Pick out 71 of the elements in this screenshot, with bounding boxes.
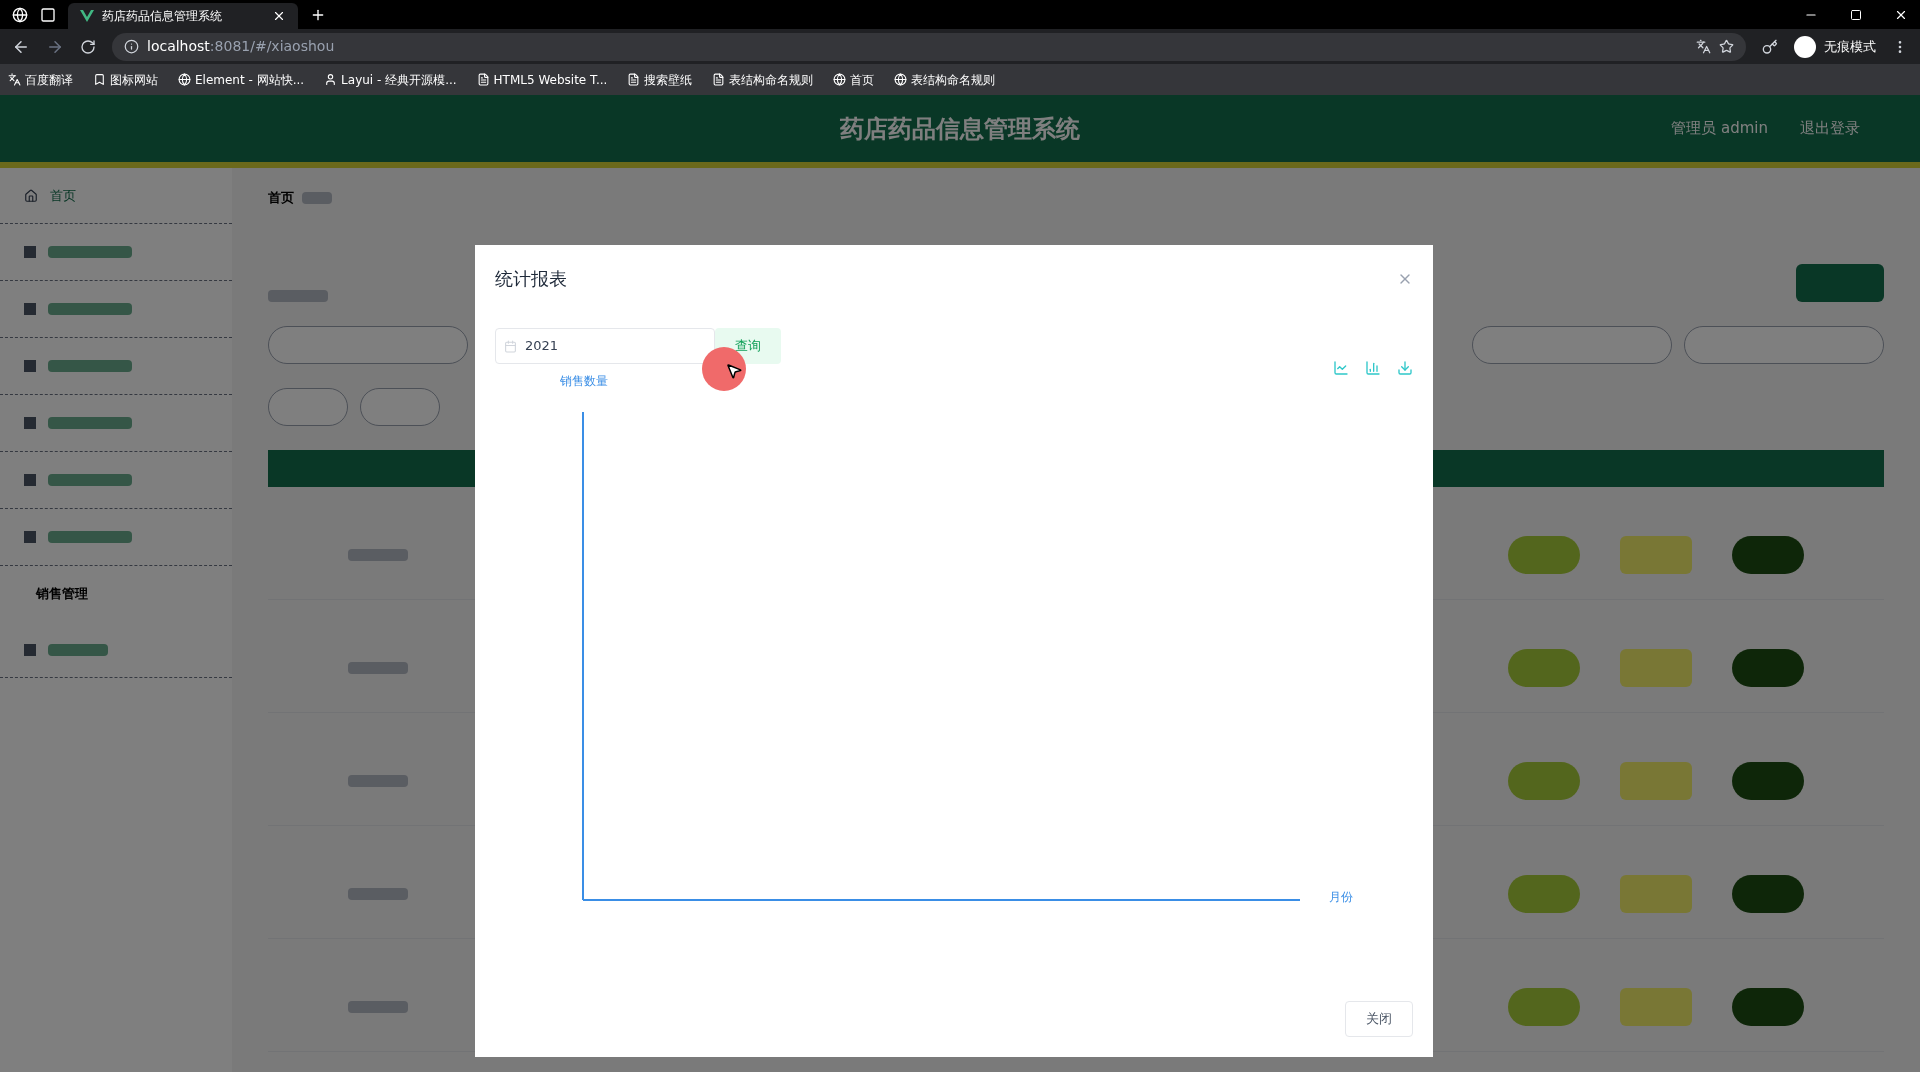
breadcrumb[interactable]: 首页	[268, 188, 294, 208]
download-icon[interactable]	[1397, 360, 1413, 376]
filter-field[interactable]	[1684, 325, 1884, 364]
x-axis-label: 月份	[1329, 889, 1353, 906]
menu-icon-shape	[24, 246, 36, 258]
bookmark-link[interactable]: HTML5 Website T...	[493, 70, 608, 89]
year-field[interactable]: 2021	[495, 328, 715, 364]
blurred-text	[48, 643, 108, 656]
delete-button[interactable]	[360, 387, 440, 426]
bookmark-link[interactable]: 表结构命名规则	[911, 70, 996, 89]
bookmark-icon[interactable]	[627, 73, 641, 86]
filter-field[interactable]	[268, 325, 468, 364]
blurred-text	[302, 191, 332, 204]
filter-field[interactable]	[1472, 325, 1672, 364]
translate-icon[interactable]	[1696, 39, 1711, 54]
bookmark-icon[interactable]	[833, 73, 847, 86]
menu-icon-shape	[24, 360, 36, 372]
incognito-button[interactable]: 无痕模式	[1794, 35, 1876, 58]
menu-icon-shape	[24, 417, 36, 429]
bookmark-icon[interactable]	[93, 73, 106, 86]
bar-chart-icon[interactable]	[1365, 360, 1381, 376]
menu-icon-shape	[24, 643, 36, 656]
bookmark-link[interactable]: Layui - 经典开源模...	[341, 70, 457, 89]
y-axis-label: 销售数量	[560, 373, 609, 390]
bookmark-link[interactable]: 百度翻译	[25, 70, 73, 89]
vue-logo-icon	[80, 10, 94, 22]
sidebar-subitem[interactable]: 销售管理	[0, 566, 232, 622]
close-tab-icon[interactable]	[272, 9, 286, 23]
star-icon[interactable]	[1719, 39, 1734, 54]
browser-icon	[12, 6, 28, 23]
app-title: 药店药品信息管理系统	[840, 113, 1080, 145]
dialog-title: 统计报表	[495, 267, 567, 291]
bookmark-icon[interactable]	[178, 73, 191, 86]
home-icon	[24, 188, 38, 203]
menu-icon-shape	[24, 531, 36, 543]
bookmark-link[interactable]: 搜索壁纸	[644, 70, 693, 89]
menu-icon-shape	[24, 474, 36, 486]
bookmark-icon[interactable]	[8, 73, 21, 86]
blurred-text	[268, 289, 328, 302]
cursor-icon	[725, 362, 743, 380]
blurred-text	[348, 888, 408, 900]
bookmark-icon[interactable]	[324, 73, 338, 86]
blurred-text	[348, 549, 408, 562]
search-button[interactable]	[1796, 263, 1884, 302]
add-button[interactable]	[268, 387, 348, 426]
bookmark-link[interactable]: 首页	[850, 70, 875, 89]
close-button[interactable]: 关闭	[1345, 1001, 1413, 1037]
key-icon[interactable]	[1762, 38, 1778, 55]
bookmark-link[interactable]: Element - 网站快...	[195, 70, 305, 89]
menu-icon-shape	[24, 303, 36, 315]
maximize-icon[interactable]	[1850, 8, 1862, 21]
info-icon[interactable]	[124, 39, 139, 54]
user-label: 管理员 admin	[1671, 118, 1768, 140]
delete-row-button[interactable]	[1732, 875, 1804, 913]
browser-tab[interactable]: 药店药品信息管理系统	[68, 3, 298, 29]
tabs-icon	[40, 6, 56, 23]
bookmark-link[interactable]: 图标网站	[110, 70, 158, 89]
delete-row-button[interactable]	[1732, 536, 1804, 575]
reload-icon[interactable]	[80, 38, 96, 55]
address-field[interactable]: localhost:8081/#/xiaoshou	[112, 32, 1746, 61]
blurred-text	[348, 775, 408, 788]
bookmark-icon[interactable]	[712, 73, 726, 86]
blurred-text	[348, 1001, 408, 1013]
bookmark-link[interactable]: 表结构命名规则	[729, 70, 814, 89]
delete-row-button[interactable]	[1732, 988, 1804, 1026]
delete-row-button[interactable]	[1732, 649, 1804, 688]
bookmark-icon[interactable]	[894, 73, 908, 86]
blurred-text	[348, 662, 408, 675]
bookmark-icon[interactable]	[476, 73, 490, 86]
delete-row-button[interactable]	[1732, 762, 1804, 801]
calendar-icon	[504, 339, 517, 353]
